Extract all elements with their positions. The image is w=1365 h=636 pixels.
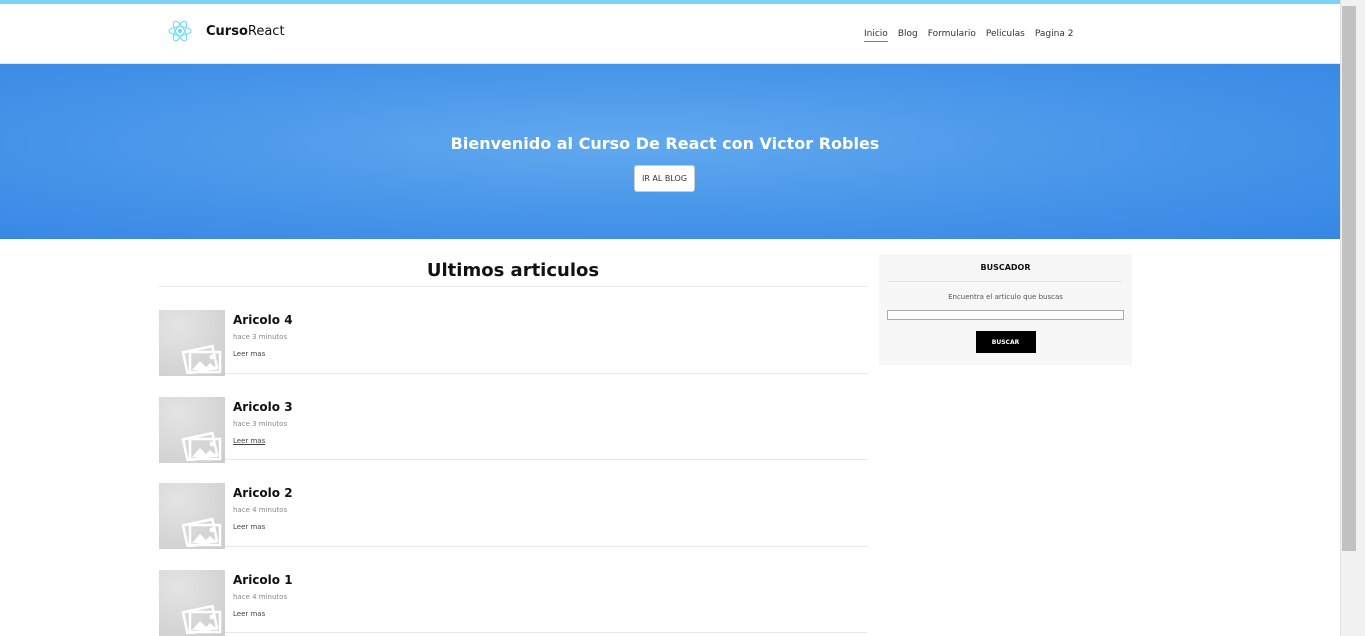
page-scrollbar[interactable] [1340,0,1365,636]
site-header: CursoReact Inicio Blog Formulario Pelicu… [0,4,1340,64]
article-time: hace 4 minutos [233,592,288,601]
article-thumbnail [159,310,225,376]
read-more-link[interactable]: Leer mas [233,350,265,358]
nav-item-inicio[interactable]: Inicio [864,29,888,42]
article-item: Aricolo 1 hace 4 minutos Leer mas [159,547,867,636]
sidebar-description: Encuentra el articulo que buscas [948,293,1063,301]
article-time: hace 4 minutos [233,506,288,514]
image-placeholder-icon [181,344,222,374]
article-title[interactable]: Aricolo 2 [233,486,293,500]
hero-title: Bienvenido al Curso De React con Victor … [450,134,880,153]
section-title: Ultimos articulos [159,239,867,287]
sidebar-title: BUSCADOR [889,254,1122,282]
article-time: hace 3 minutos [233,419,288,428]
search-button[interactable]: BUSCAR [975,331,1036,353]
article-item: Aricolo 4 hace 3 minutos Leer mas [159,287,867,376]
article-title[interactable]: Aricolo 1 [233,573,293,587]
article-thumbnail [159,396,225,463]
nav-item-formulario[interactable]: Formulario [928,29,976,42]
scrollbar-thumb[interactable] [1342,6,1356,551]
nav-item-pagina-2[interactable]: Pagina 2 [1035,29,1074,42]
read-more-link[interactable]: Leer mas [233,437,265,445]
main-nav: Inicio Blog Formulario Peliculas Pagina … [864,29,1073,42]
article-thumbnail [159,569,225,636]
hero-banner: Bienvenido al Curso De React con Victor … [0,64,1340,239]
search-input[interactable] [887,310,1124,320]
article-item: Aricolo 3 hace 3 minutos Leer mas [159,374,867,463]
read-more-link[interactable]: Leer mas [233,610,265,618]
image-placeholder-icon [181,431,222,461]
nav-item-blog[interactable]: Blog [898,29,918,42]
logo[interactable]: CursoReact [167,18,285,44]
articles-section: Ultimos articulos Aricolo 4 hace 3 minut… [159,239,867,636]
search-sidebar: BUSCADOR Encuentra el articulo que busca… [879,254,1132,365]
article-thumbnail [159,483,225,549]
image-placeholder-icon [181,604,222,634]
nav-item-peliculas[interactable]: Peliculas [986,29,1025,42]
read-more-link[interactable]: Leer mas [233,523,265,531]
react-atom-icon [168,20,192,42]
image-placeholder-icon [181,517,222,547]
go-to-blog-button[interactable]: IR AL BLOG [634,165,695,192]
article-title[interactable]: Aricolo 3 [233,400,293,414]
article-time: hace 3 minutos [233,333,288,341]
article-item: Aricolo 2 hace 4 minutos Leer mas [159,460,867,549]
article-title[interactable]: Aricolo 4 [233,313,293,327]
logo-text: CursoReact [206,23,285,39]
